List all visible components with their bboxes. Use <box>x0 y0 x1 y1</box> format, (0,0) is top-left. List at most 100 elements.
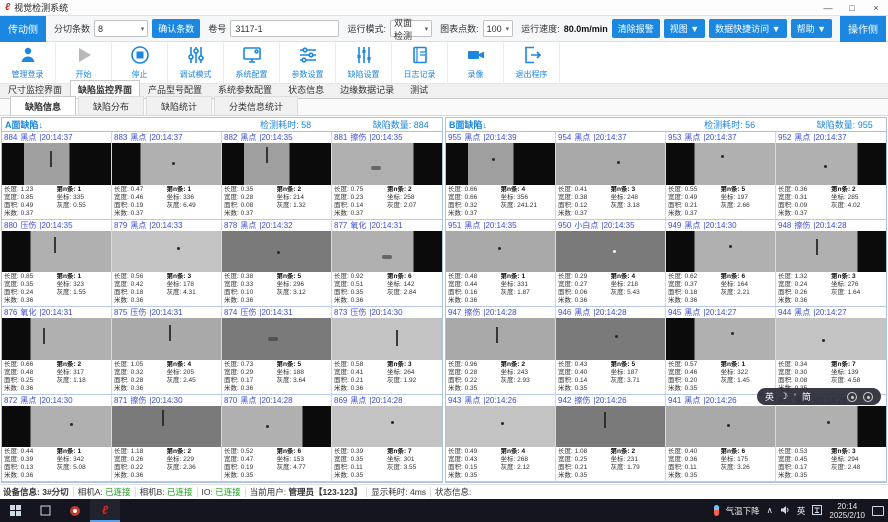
admin-login-button[interactable]: 管理登录 <box>0 42 56 83</box>
defect-image <box>666 231 775 273</box>
area-label: 面积: <box>114 377 129 384</box>
ime-language-indicator[interactable]: 英 <box>797 505 806 517</box>
log-record-button[interactable]: 日志记录 <box>392 42 448 83</box>
defect-cell[interactable]: 874 压伤 |20:14:31 长度: 0.73 宽度: 0.29 面积: 0… <box>222 307 332 395</box>
strip-value: 2 <box>852 186 856 193</box>
width-value: 0.38 <box>575 194 588 201</box>
defect-cell[interactable]: 945 黑点 |20:14:27 长度: 0.57 宽度: 0.46 面积: 0… <box>666 307 776 395</box>
ime-mode-icon[interactable] <box>812 505 822 517</box>
strip-label: 第n条: <box>387 186 406 193</box>
drive-side-button[interactable]: 传动侧 <box>0 16 46 42</box>
subtab-defect-info[interactable]: 缺陷信息 <box>10 96 76 115</box>
ime-skin-icon[interactable] <box>863 392 873 402</box>
defect-cell[interactable]: 877 氧化 |20:14:31 长度: 0.92 宽度: 0.51 面积: 0… <box>332 220 442 308</box>
coord-value: 258 <box>404 194 415 201</box>
defect-cell[interactable]: 873 压伤 |20:14:30 长度: 0.58 宽度: 0.41 面积: 0… <box>332 307 442 395</box>
defect-cell[interactable]: 871 擦伤 |20:14:30 长度: 1.18 宽度: 0.26 面积: 0… <box>112 395 222 483</box>
defect-cell[interactable]: 870 黑点 |20:14:28 长度: 0.52 宽度: 0.47 面积: 0… <box>222 395 332 483</box>
defect-cell[interactable]: 881 擦伤 |20:14:35 长度: 0.75 宽度: 0.23 面积: 0… <box>332 132 442 220</box>
defect-cell[interactable]: 880 压伤 |20:14:35 长度: 0.85 宽度: 0.35 面积: 0… <box>2 220 112 308</box>
system-config-button[interactable]: 系统配置 <box>224 42 280 83</box>
area-label: 面积: <box>448 202 463 209</box>
slit-count-select[interactable]: 8▾ <box>94 20 148 37</box>
defect-cell[interactable]: 946 黑点 |20:14:28 长度: 0.43 宽度: 0.40 面积: 0… <box>556 307 666 395</box>
defect-cell[interactable]: 884 黑点 |20:14:37 长度: 1.23 宽度: 0.85 面积: 0… <box>2 132 112 220</box>
ime-moon-icon[interactable]: ☽ <box>780 391 788 402</box>
stop-button[interactable]: 停止 <box>112 42 168 83</box>
defect-cell[interactable]: 948 擦伤 |20:14:28 长度: 1.32 宽度: 0.24 面积: 0… <box>776 220 886 308</box>
roll-number-input[interactable]: 3117-1 <box>230 20 339 37</box>
volume-icon[interactable] <box>780 505 790 517</box>
defect-cell[interactable]: 953 黑点 |20:14:37 长度: 0.55 宽度: 0.49 面积: 0… <box>666 132 776 220</box>
ime-simplified-toggle[interactable]: 简 <box>802 390 811 403</box>
defect-cell[interactable]: 950 小白点 |20:14:35 长度: 0.29 宽度: 0.27 面积: … <box>556 220 666 308</box>
minimize-button[interactable]: — <box>816 3 840 13</box>
ime-english-toggle[interactable]: 英 <box>765 390 774 403</box>
area-value: 0.10 <box>241 289 254 296</box>
defect-cell[interactable]: 872 黑点 |20:14:30 长度: 0.44 宽度: 0.39 面积: 0… <box>2 395 112 483</box>
view-menu-button[interactable]: 视图 ▼ <box>664 19 705 38</box>
inspection-app-taskbar-button[interactable]: ℓ <box>90 499 120 522</box>
data-quick-access-button[interactable]: 数据快捷访问 ▼ <box>709 19 786 38</box>
strip-label: 第n条: <box>277 361 296 368</box>
record-video-button[interactable]: 录像 <box>448 42 504 83</box>
defect-cell[interactable]: 882 黑点 |20:14:35 长度: 0.35 宽度: 0.28 面积: 0… <box>222 132 332 220</box>
defect-settings-button[interactable]: 缺陷设置 <box>336 42 392 83</box>
defect-cell[interactable]: 951 黑点 |20:14:35 长度: 0.48 宽度: 0.44 面积: 0… <box>446 220 556 308</box>
clear-alarm-button[interactable]: 清除报警 <box>612 19 660 38</box>
start-button[interactable]: 开始 <box>56 42 112 83</box>
coord-label: 坐标: <box>831 369 846 376</box>
defect-cell[interactable]: 879 黑点 |20:14:33 长度: 0.56 宽度: 0.42 面积: 0… <box>112 220 222 308</box>
confirm-slit-button[interactable]: 确认条数 <box>152 19 200 38</box>
defect-cell[interactable]: 941 黑点 |20:14:26 长度: 0.40 宽度: 0.36 面积: 0… <box>666 395 776 483</box>
defect-cell[interactable]: 952 黑点 |20:14:37 长度: 0.36 宽度: 0.31 面积: 0… <box>776 132 886 220</box>
exit-program-button[interactable]: 退出程序 <box>504 42 560 83</box>
clock[interactable]: 20:142025/2/10 <box>829 502 865 520</box>
tab-test[interactable]: 测试 <box>402 80 436 98</box>
subtab-defect-distribution[interactable]: 缺陷分布 <box>78 96 144 115</box>
coord-value: 218 <box>627 281 638 288</box>
defect-cell[interactable]: 942 擦伤 |20:14:26 长度: 1.08 宽度: 0.25 面积: 0… <box>556 395 666 483</box>
defect-cell[interactable]: 954 黑点 |20:14:37 长度: 0.41 宽度: 0.38 面积: 0… <box>556 132 666 220</box>
task-view-button[interactable] <box>30 499 60 522</box>
coord-value: 187 <box>627 369 638 376</box>
chart-points-select[interactable]: 100▾ <box>483 20 514 37</box>
help-menu-button[interactable]: 帮助 ▼ <box>791 19 832 38</box>
start-button[interactable] <box>0 499 30 522</box>
defect-cell[interactable]: 944 黑点 |20:14:27 长度: 0.34 宽度: 0.30 面积: 0… <box>776 307 886 395</box>
gray-label: 灰度: <box>501 202 516 209</box>
defect-cell[interactable]: 876 氧化 |20:14:31 长度: 0.66 宽度: 0.48 面积: 0… <box>2 307 112 395</box>
area-value: 0.22 <box>131 464 144 471</box>
ime-floating-bar[interactable]: 英 ☽ ' 简 <box>757 388 881 405</box>
defect-cell[interactable]: 955 黑点 |20:14:39 长度: 0.66 宽度: 0.66 面积: 0… <box>446 132 556 220</box>
subtab-defect-statistics[interactable]: 缺陷统计 <box>146 96 212 115</box>
subtab-class-info-statistics[interactable]: 分类信息统计 <box>214 96 298 115</box>
defect-cell[interactable]: 875 压伤 |20:14:31 长度: 1.05 宽度: 0.32 面积: 0… <box>112 307 222 395</box>
strip-label: 第n条: <box>721 448 740 455</box>
defect-cell[interactable]: 878 黑点 |20:14:32 长度: 0.38 宽度: 0.33 面积: 0… <box>222 220 332 308</box>
defect-cell[interactable]: 943 黑点 |20:14:26 长度: 0.49 宽度: 0.43 面积: 0… <box>446 395 556 483</box>
parameter-settings-button[interactable]: 参数设置 <box>280 42 336 83</box>
operator-side-button[interactable]: 操作侧 <box>840 16 886 42</box>
width-label: 宽度: <box>4 194 19 201</box>
defect-cell[interactable]: 940 黑点 |20:14:26 长度: 0.53 宽度: 0.45 面积: 0… <box>776 395 886 483</box>
defect-cell[interactable]: 949 黑点 |20:14:30 长度: 0.62 宽度: 0.37 面积: 0… <box>666 220 776 308</box>
width-value: 0.36 <box>685 456 698 463</box>
close-button[interactable]: × <box>864 3 888 13</box>
pinned-app-button[interactable] <box>60 499 90 522</box>
tray-chevron-icon[interactable]: ∧ <box>767 505 773 516</box>
defect-cell[interactable]: 883 黑点 |20:14:37 长度: 0.47 宽度: 0.46 面积: 0… <box>112 132 222 220</box>
defect-cell[interactable]: 947 擦伤 |20:14:28 长度: 0.96 宽度: 0.28 面积: 0… <box>446 307 556 395</box>
run-mode-select[interactable]: 双面检测▾ <box>390 20 432 37</box>
gray-value: 2.07 <box>404 202 417 209</box>
tab-edge-data-record[interactable]: 边缘数据记录 <box>332 80 402 98</box>
maximize-button[interactable]: □ <box>840 3 864 13</box>
coord-label: 坐标: <box>167 194 182 201</box>
debug-mode-button[interactable]: 调试模式 <box>168 42 224 83</box>
weather-text[interactable]: 气温下降 <box>726 505 760 517</box>
notification-center-icon[interactable] <box>872 506 884 516</box>
defect-cell[interactable]: 869 黑点 |20:14:28 长度: 0.39 宽度: 0.35 面积: 0… <box>332 395 442 483</box>
ime-settings-icon[interactable] <box>847 392 857 402</box>
defect-type: 黑点 <box>20 395 36 406</box>
gray-label: 灰度: <box>611 377 626 384</box>
